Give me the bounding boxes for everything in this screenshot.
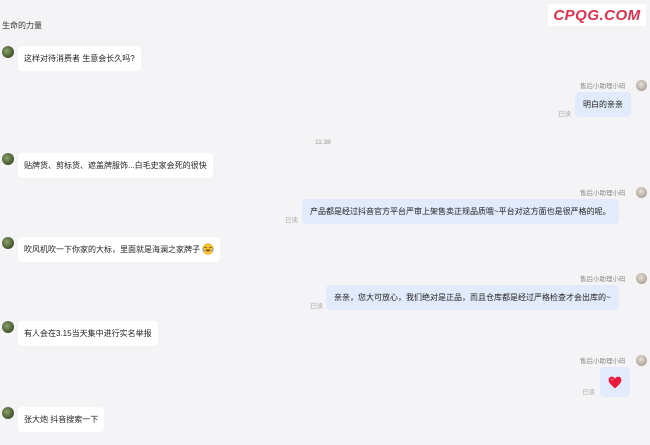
red-heart-icon (608, 376, 622, 388)
agent-name: 售后小助理小码 (580, 190, 626, 197)
agent-avatar[interactable] (636, 273, 647, 284)
customer-avatar[interactable] (2, 46, 14, 58)
chat-title: 生命的力量 (2, 21, 42, 30)
agent-avatar[interactable] (636, 80, 647, 91)
read-status: 已读 (582, 389, 595, 396)
customer-message-text: 吹风机吹一下你家的大标，里面就是海澜之家牌子 (24, 245, 200, 254)
customer-message[interactable]: 贴牌货、剪标货、遮盖牌服饰...白毛史家会死的很快 (18, 153, 213, 178)
agent-message[interactable]: 产品都是经过抖音官方平台严审上架售卖正规品质哦~平台对这方面也是很严格的呢。 (302, 199, 619, 224)
agent-name: 售后小助理小码 (580, 358, 626, 365)
agent-name: 售后小助理小码 (580, 276, 626, 283)
customer-message[interactable]: 有人会在3.15当天集中进行实名举报 (18, 321, 158, 346)
agent-message[interactable]: 明白的亲亲 (575, 92, 631, 117)
customer-message[interactable]: 张大炮 抖音搜索一下 (18, 407, 105, 432)
customer-message[interactable]: 这样对待消费者 生意会长久吗? (18, 46, 141, 71)
customer-avatar[interactable] (2, 237, 14, 249)
agent-message[interactable] (600, 367, 630, 397)
customer-avatar[interactable] (2, 153, 14, 165)
agent-avatar[interactable] (636, 187, 647, 198)
read-status: 已读 (310, 303, 323, 310)
read-status: 已读 (558, 111, 571, 118)
agent-avatar[interactable] (636, 355, 647, 366)
customer-message[interactable]: 吹风机吹一下你家的大标，里面就是海澜之家牌子 (18, 237, 220, 262)
agent-message[interactable]: 亲亲，您大可放心，我们绝对是正品，而且仓库都是经过严格检查才会出库的~ (326, 285, 619, 310)
customer-avatar[interactable] (2, 321, 14, 333)
watermark: CPQG.COM (548, 4, 646, 26)
rofl-icon (202, 243, 214, 255)
customer-avatar[interactable] (2, 407, 14, 419)
chat-window: 生命的力量 CPQG.COM 这样对待消费者 生意会长久吗? 售后小助理小码 已… (0, 0, 650, 445)
message-timestamp: 11:38 (315, 139, 331, 146)
agent-name: 售后小助理小码 (580, 83, 626, 90)
read-status: 已读 (285, 217, 298, 224)
